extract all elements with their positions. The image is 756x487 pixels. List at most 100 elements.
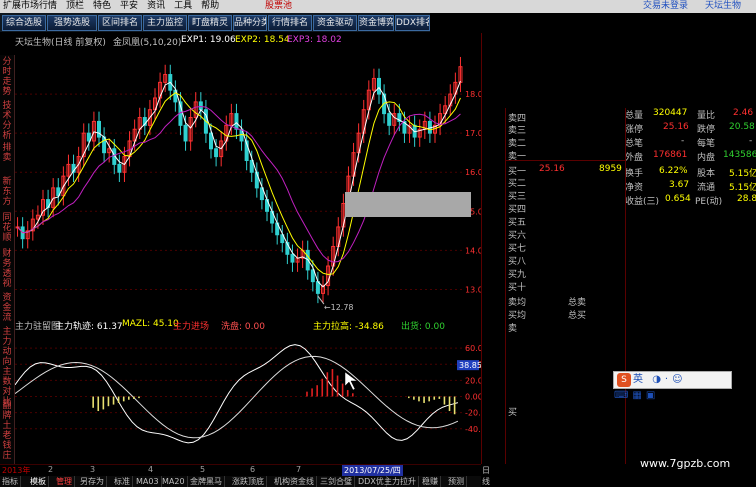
red-hist-bar	[306, 391, 308, 397]
date-month-7: 7	[296, 465, 302, 474]
btab-standard[interactable]: 标准	[112, 476, 133, 487]
sell2-label: 卖二	[508, 139, 527, 149]
current-value-text: 38.85	[459, 361, 481, 370]
btab-indicator[interactable]: 指标	[0, 476, 21, 487]
tab-quote-rank[interactable]: 行情排名	[268, 15, 312, 31]
net-asset-value: 3.67	[669, 180, 690, 190]
vtab-fund-flow[interactable]: 资金流	[1, 293, 13, 323]
price-tick-label: 14.00	[465, 246, 481, 255]
trade-login-status[interactable]: 交易未登录	[640, 0, 694, 13]
btab-main-lift[interactable]: 主力拉升	[382, 476, 419, 487]
tab-range-rank[interactable]: 区间排名	[98, 15, 142, 31]
function-toolbar: 综合选股 强势选股 区间排名 主力监控 盯盘精灵 品种分类 行情排名 资金驱动 …	[0, 13, 430, 32]
yellow-hist-bar	[433, 396, 436, 400]
turnover-label: 换手	[625, 169, 644, 179]
orderbook-split-line	[505, 160, 625, 161]
btab-top-bottom[interactable]: 涨跌顶底	[230, 476, 267, 487]
menu-item-tools[interactable]: 工具	[171, 0, 198, 13]
vtab-tech-analysis[interactable]: 技术分析	[1, 101, 13, 141]
net-asset-label: 净资	[625, 183, 644, 193]
ime-lang-label[interactable]: 英	[633, 374, 643, 385]
menu-item-pingan[interactable]: 平安	[117, 0, 144, 13]
candle-body	[387, 113, 392, 126]
per-deal-label: 每笔	[697, 139, 716, 149]
vtab-new-orient[interactable]: 新东方	[1, 177, 13, 207]
tab-fund-game[interactable]: 资金博弈	[358, 15, 394, 31]
chart-right-border	[481, 33, 482, 464]
candle-body	[198, 101, 203, 111]
date-axis-bar: 2013年 2 3 4 5 6 7 2013/07/25/四 日线	[0, 464, 490, 486]
btab-three-swords[interactable]: 三剑合璧	[318, 476, 355, 487]
vtab-intraday[interactable]: 分时走势	[1, 57, 13, 97]
btab-save-as[interactable]: 另存为	[78, 476, 107, 487]
tab-strong-picker[interactable]: 强势选股	[47, 15, 97, 31]
limit-down-value: 20.58	[729, 122, 755, 132]
tab-fund-drive[interactable]: 资金驱动	[313, 15, 357, 31]
stock-pool-badge[interactable]: 股票池	[262, 0, 298, 13]
btab-ma03[interactable]: MA03	[134, 476, 162, 487]
menu-item-help[interactable]: 帮助	[198, 0, 225, 13]
period-label[interactable]: 日线	[482, 465, 490, 487]
overlay-box	[345, 192, 471, 217]
yellow-hist-bar	[97, 396, 100, 412]
price-tick-label: 13.00	[465, 285, 481, 294]
share-capital-value: 5.15亿	[729, 169, 756, 179]
menu-item-topbar[interactable]: 顶栏	[63, 0, 90, 13]
yellow-hist-bar	[443, 396, 446, 405]
trade-sell-label: 卖	[508, 324, 518, 334]
yellow-hist-bar	[117, 396, 120, 403]
btab-steady[interactable]: 稳赚	[420, 476, 441, 487]
yellow-hist-bar	[438, 396, 441, 399]
btab-ma20[interactable]: MA20	[160, 476, 188, 487]
yellow-hist-bar	[112, 396, 115, 405]
date-month-5: 5	[200, 465, 206, 474]
indicator-chart[interactable]: 主力驻留图 主力轨迹: 61.37 MAZL: 45.10 主力进场 洗盘: 0…	[15, 318, 481, 463]
exp1-label: EXP1: 19.06	[181, 35, 236, 45]
indicator-plot[interactable]: 60.0040.0020.000.00-20.00-40.0038.85	[15, 330, 481, 463]
vtab-sell[interactable]: 排卖	[1, 143, 13, 163]
vtab-flip[interactable]: 翻牌土	[1, 401, 13, 431]
date-month-4: 4	[148, 465, 154, 474]
vtab-old-bank[interactable]: 老钱庄	[1, 431, 13, 461]
vtab-tonghuashun[interactable]: 同花顺	[1, 213, 13, 243]
yellow-hist-bar	[413, 396, 415, 400]
outer-label: 外盘	[625, 153, 644, 163]
price-tick-label: 16.00	[465, 168, 481, 177]
eps-label: 收益(三)	[625, 197, 660, 207]
total-volume-value: 320447	[653, 108, 688, 118]
main-track-line	[15, 344, 459, 444]
menu-item-extended-market[interactable]: 扩展市场行情	[0, 0, 63, 13]
volume-ratio-label: 量比	[697, 111, 716, 121]
btab-gold-horse[interactable]: 金牌黑马	[188, 476, 225, 487]
yellow-hist-bar	[448, 396, 451, 412]
yellow-hist-bar	[408, 396, 410, 399]
btab-forecast[interactable]: 预测	[446, 476, 467, 487]
yellow-hist-bar	[107, 396, 110, 407]
buy10-label: 买十	[508, 283, 527, 293]
price-tick-label: 17.00	[465, 129, 481, 138]
kline-plot[interactable]: 13.0014.0015.0016.0017.0018.00←12.78	[15, 47, 481, 317]
yellow-hist-bar	[428, 396, 430, 402]
yellow-hist-bar	[423, 396, 425, 403]
vtab-finance[interactable]: 财务透视	[1, 249, 13, 289]
menu-item-news[interactable]: 资讯	[144, 0, 171, 13]
date-month-2: 2	[48, 465, 54, 474]
tab-composite-picker[interactable]: 综合选股	[2, 15, 46, 31]
tab-watch-elf[interactable]: 盯盘精灵	[188, 15, 232, 31]
kline-chart[interactable]: 天坛生物(日线 前复权) 金凤凰(5,10,20) EXP1: 19.06 EX…	[15, 33, 481, 317]
btab-inst-fund[interactable]: 机构资金线	[272, 476, 317, 487]
menu-item-features[interactable]: 特色	[90, 0, 117, 13]
tab-ddx-rank[interactable]: DDX排名	[395, 15, 430, 31]
candle-body	[377, 77, 381, 95]
buy2-label: 买二	[508, 179, 527, 189]
red-hist-bar	[336, 375, 339, 397]
buy7-label: 买七	[508, 244, 527, 254]
sell1-price: 25.16	[539, 164, 565, 174]
share-capital-label: 股本	[697, 169, 716, 179]
vtab-main-trend[interactable]: 主力动向	[1, 327, 13, 367]
tab-main-monitor[interactable]: 主力监控	[143, 15, 187, 31]
tab-category[interactable]: 品种分类	[233, 15, 267, 31]
btab-template[interactable]: 模板	[28, 476, 49, 487]
btab-manage[interactable]: 管理	[54, 476, 75, 487]
ime-toolbar[interactable]: S英 ◑·☺⌨▦▣	[613, 371, 732, 401]
